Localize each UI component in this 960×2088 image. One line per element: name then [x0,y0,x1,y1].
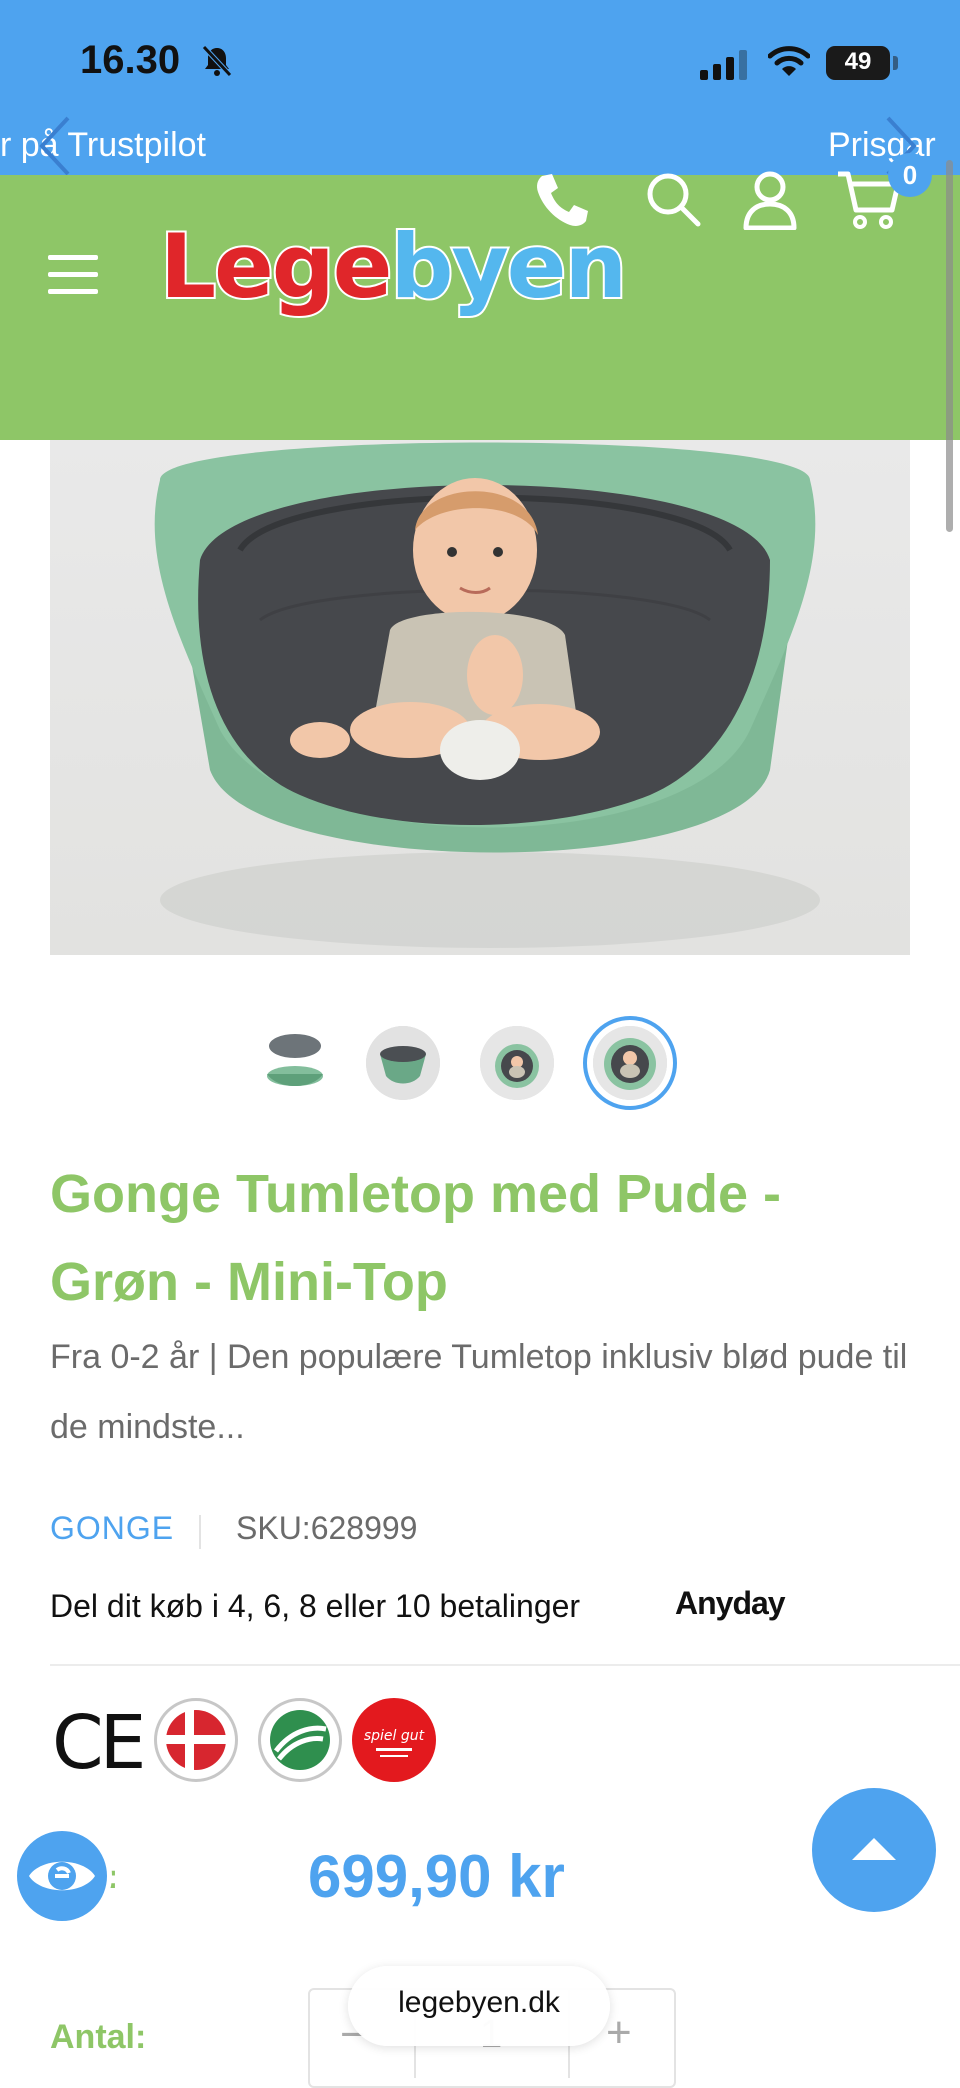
product-thumbnail-3[interactable] [480,1026,554,1100]
made-in-denmark-badge [154,1698,238,1782]
svg-text:spiel gut: spiel gut [364,1728,425,1744]
product-description: Fra 0-2 år | Den populære Tumletop inklu… [50,1338,908,1446]
active-thumbnail-ring [583,1016,677,1110]
cart-count-badge: 0 [888,153,932,197]
search-icon[interactable] [644,170,702,228]
product-brand-link[interactable]: GONGE [50,1510,174,1547]
product-thumbnail-2[interactable] [366,1026,440,1100]
menu-icon[interactable] [48,255,98,295]
nordic-swan-ecolabel-badge [258,1698,342,1782]
product-main-image[interactable] [50,440,910,955]
wifi-icon [768,46,810,76]
installment-info: Del dit køb i 4, 6, 8 eller 10 betalinge… [50,1588,581,1624]
battery-tip [893,56,898,70]
product-sku: SKU:628999 [236,1510,418,1546]
page-scrollbar[interactable] [946,160,953,532]
logo-part-byen: byen [388,213,629,320]
site-logo[interactable]: Legebyen [158,213,629,320]
meta-divider [199,1515,201,1549]
announcement-prev-chevron-icon[interactable] [36,114,76,178]
phone-icon[interactable] [532,170,592,230]
battery-indicator: 49 [826,46,890,80]
product-title: Gonge Tumletop med Pude - Grøn - Mini-To… [50,1164,782,1312]
anyday-logo: Anyday [675,1585,786,1621]
product-price: 699,90 kr [308,1843,565,1910]
ce-mark: CE [52,1700,146,1786]
accessibility-button[interactable] [12,1826,112,1926]
section-divider [50,1664,960,1666]
spiel-gut-badge: spiel gut [352,1698,436,1782]
muted-bell-icon [202,45,232,77]
account-icon[interactable] [742,170,798,230]
site-header: Legebyen [0,175,960,440]
cellular-signal-icon [700,50,747,80]
logo-part-lege: Lege [158,213,394,320]
announcement-text-left: r på Trustpilot [0,126,206,164]
product-thumbnail-1[interactable] [258,1026,332,1100]
battery-level: 49 [844,48,872,75]
quantity-label: Antal: [50,2018,147,2056]
browser-url-text[interactable]: legebyen.dk [348,1986,610,2020]
status-time: 16.30 [80,38,181,82]
scroll-to-top-button[interactable] [812,1788,936,1912]
